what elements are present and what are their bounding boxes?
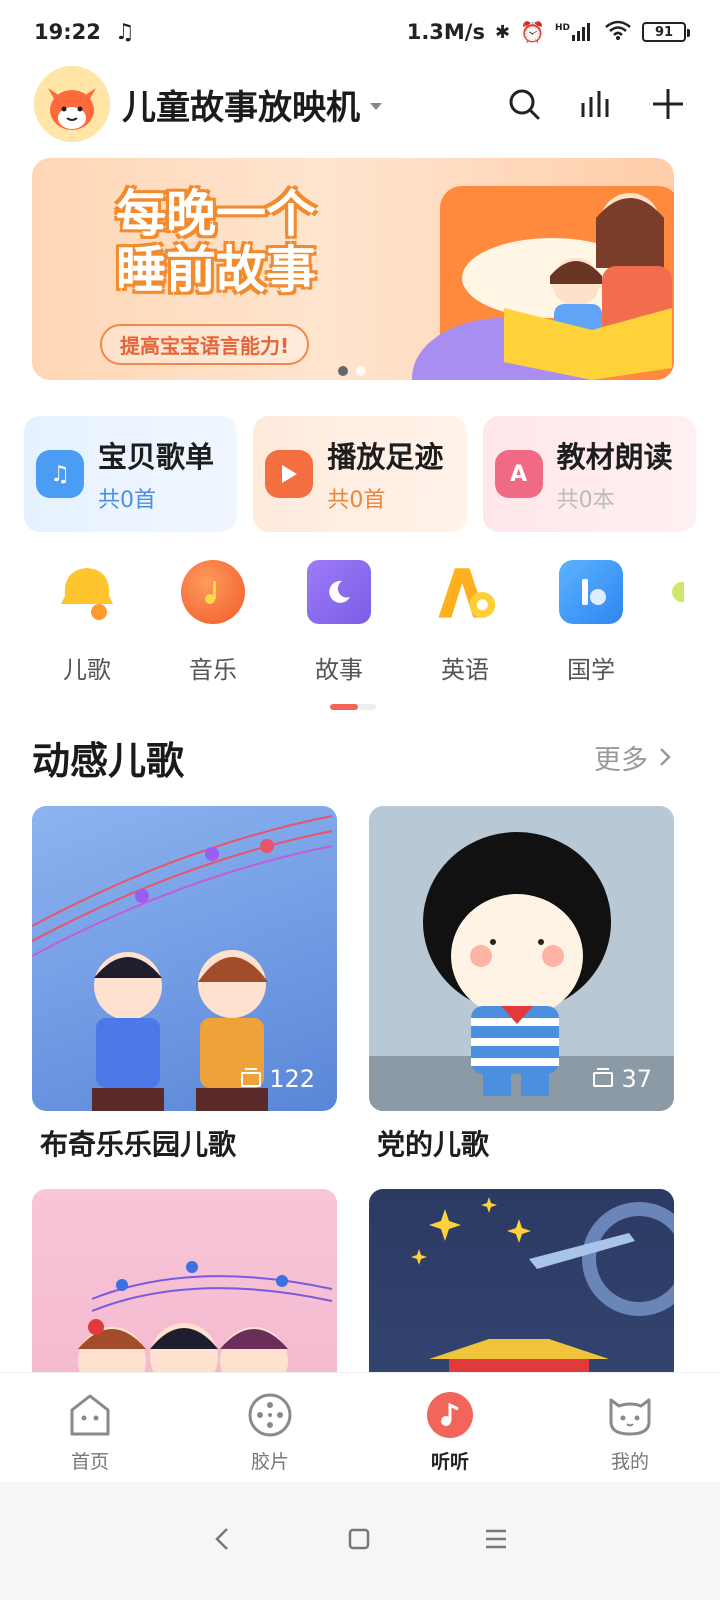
banner-title: 每晚一个 睡前故事: [116, 186, 366, 298]
music-note-icon: ♫: [36, 450, 84, 498]
search-icon[interactable]: [506, 86, 542, 122]
pagination-dot-active: [338, 366, 348, 376]
status-time: 19:22: [34, 20, 101, 44]
chevron-down-icon[interactable]: [370, 102, 382, 110]
baby-playlist-card[interactable]: ♫ 宝贝歌单 共0首: [24, 416, 238, 532]
banner-subtitle: 提高宝宝语言能力!: [100, 324, 310, 365]
system-nav-bar: [0, 1482, 720, 1600]
category-label: 音乐: [189, 656, 237, 684]
cat-face-icon: [604, 1389, 656, 1441]
bluetooth-icon: ✱: [494, 21, 511, 43]
track-count: 122: [241, 1065, 315, 1093]
bell-icon: [55, 560, 119, 624]
section-header: 动感儿歌 更多: [32, 732, 672, 783]
banner-title-line1: 每晚一个: [116, 185, 316, 243]
wifi-icon: [604, 20, 632, 45]
signal-icon: HD: [555, 23, 594, 41]
fox-avatar-icon[interactable]: [34, 66, 110, 142]
partial-category-icon: [664, 560, 684, 624]
letter-a-icon: A: [494, 450, 543, 498]
card-subtitle: 共0首: [327, 488, 386, 513]
quick-cards: ♫ 宝贝歌单 共0首 播放足迹 共0首 A 教材朗读 共0本: [24, 416, 696, 532]
banner-pagination: [338, 366, 366, 376]
bottom-nav: 首页 胶片 听听 我的: [0, 1372, 720, 1482]
scroll-icon: [559, 560, 623, 624]
header-actions: [506, 86, 686, 122]
add-icon[interactable]: [650, 86, 686, 122]
category-english[interactable]: 英语: [402, 560, 528, 685]
music-note-icon: [424, 1389, 476, 1441]
tab-label: 胶片: [250, 1451, 289, 1473]
alarm-icon: ⏰: [520, 20, 545, 44]
music-note-icon: ♫: [114, 19, 135, 45]
tab-label: 首页: [70, 1451, 109, 1473]
tab-film[interactable]: 胶片: [180, 1373, 360, 1482]
play-icon: [265, 450, 314, 498]
track-count: 37: [593, 1065, 652, 1093]
music-note-icon: [181, 560, 245, 624]
more-link[interactable]: 更多: [594, 738, 672, 777]
category-music[interactable]: 音乐: [150, 560, 276, 685]
letter-a-icon: [433, 560, 497, 624]
promo-banner[interactable]: 每晚一个 睡前故事 提高宝宝语言能力!: [32, 158, 674, 380]
album-name: 党的儿歌: [377, 1128, 490, 1161]
category-partial[interactable]: [654, 560, 694, 685]
status-right: 1.3M/s ✱ ⏰ HD 91: [406, 20, 690, 45]
tab-label: 听听: [430, 1451, 469, 1473]
page-indicator-active: [330, 704, 358, 710]
battery-icon: 91: [642, 22, 690, 42]
album-stack-icon: [241, 1067, 262, 1087]
album-cover: 122: [32, 806, 337, 1111]
category-row: 儿歌 音乐 故事 英语 国学: [24, 560, 720, 685]
card-title: 教材朗读: [556, 440, 673, 474]
category-label: 国学: [567, 656, 615, 684]
film-reel-icon: [244, 1389, 296, 1441]
category-page-indicator: [330, 704, 376, 710]
card-subtitle: 共0首: [98, 488, 156, 513]
tab-home[interactable]: 首页: [0, 1373, 180, 1482]
equalizer-icon[interactable]: [578, 86, 614, 122]
menu-icon[interactable]: [483, 1527, 509, 1555]
tab-label: 我的: [610, 1451, 649, 1473]
status-bar: 19:22 ♫ 1.3M/s ✱ ⏰ HD 91: [0, 0, 720, 64]
card-title: 播放足迹: [327, 440, 444, 474]
card-title: 宝贝歌单: [98, 440, 215, 474]
more-label: 更多: [594, 744, 648, 776]
category-label: 故事: [315, 656, 363, 684]
category-nursery-rhymes[interactable]: 儿歌: [24, 560, 150, 685]
network-badge: HD: [554, 23, 570, 33]
album-stack-icon: [593, 1067, 614, 1087]
pagination-dot: [356, 366, 366, 376]
tab-listen[interactable]: 听听: [360, 1373, 540, 1482]
card-subtitle: 共0本: [556, 488, 615, 513]
back-icon[interactable]: [211, 1525, 235, 1557]
network-speed: 1.3M/s: [406, 20, 485, 44]
album-name: 布奇乐乐园儿歌: [40, 1128, 237, 1161]
track-count-value: 122: [269, 1065, 315, 1093]
category-label: 英语: [441, 656, 489, 684]
album-card[interactable]: 122 布奇乐乐园儿歌: [32, 806, 337, 1163]
chevron-right-icon: [660, 748, 671, 766]
category-chinese-classics[interactable]: 国学: [528, 560, 654, 685]
track-count-value: 37: [621, 1065, 652, 1093]
home-button-icon[interactable]: [347, 1527, 371, 1555]
play-history-card[interactable]: 播放足迹 共0首: [253, 416, 467, 532]
battery-level: 91: [654, 24, 674, 40]
album-cover: 37: [369, 806, 674, 1111]
section-title: 动感儿歌: [32, 738, 185, 783]
category-label: 儿歌: [63, 656, 111, 684]
tab-profile[interactable]: 我的: [540, 1373, 720, 1482]
album-card[interactable]: 37 党的儿歌: [369, 806, 674, 1163]
app-header: 儿童故事放映机: [0, 64, 720, 144]
app-title[interactable]: 儿童故事放映机: [122, 80, 360, 129]
textbook-reading-card[interactable]: A 教材朗读 共0本: [482, 416, 696, 532]
moon-book-icon: [307, 560, 371, 624]
home-icon: [64, 1389, 116, 1441]
category-stories[interactable]: 故事: [276, 560, 402, 685]
banner-title-line2: 睡前故事: [116, 241, 316, 299]
